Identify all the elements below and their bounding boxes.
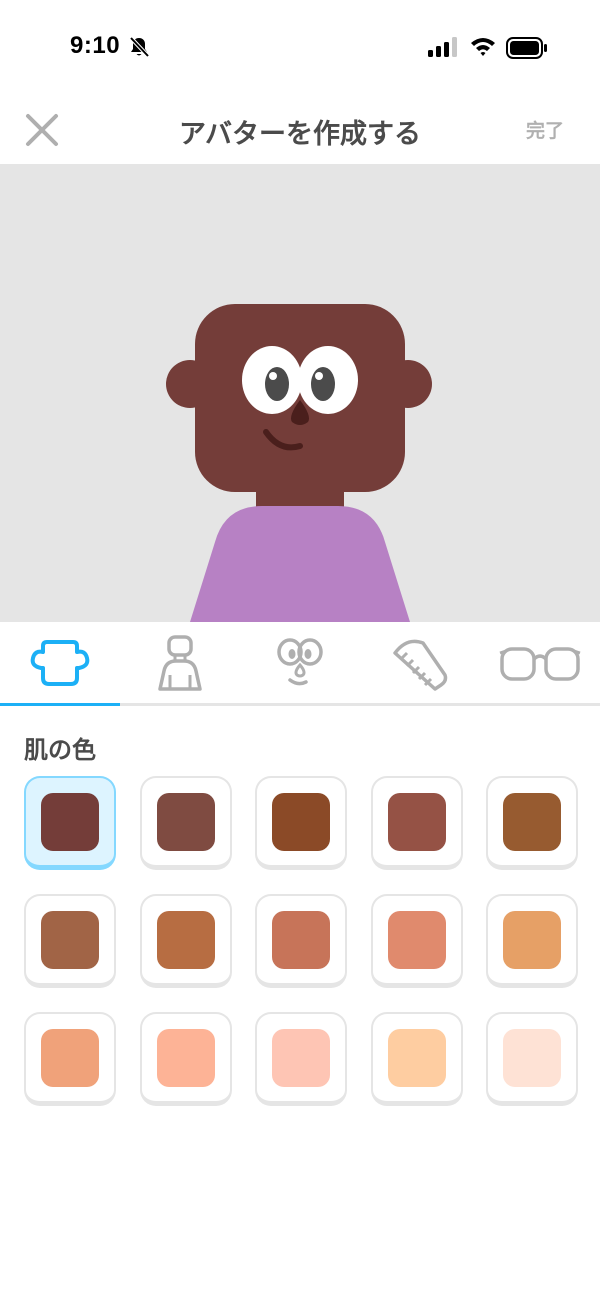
skin-color-swatch[interactable] [24, 1012, 116, 1106]
swatch-color-chip [272, 910, 330, 969]
skin-color-swatch[interactable] [139, 894, 232, 988]
swatch-color-chip [387, 792, 446, 851]
skin-color-swatch[interactable] [24, 894, 116, 988]
avatar-shirt [190, 506, 410, 622]
swatch-color-chip [41, 910, 99, 969]
header: アバターを作成する 完了 [0, 96, 600, 164]
swatch-color-chip [156, 1028, 215, 1087]
swatch-color-chip [41, 1028, 99, 1087]
tab-skin[interactable] [0, 622, 120, 703]
swatch-color-chip [503, 1028, 561, 1087]
avatar-head [195, 304, 405, 492]
skin-color-swatch[interactable] [486, 776, 578, 870]
swatch-color-chip [387, 1028, 446, 1087]
active-tab-indicator [0, 703, 120, 706]
skin-color-swatch[interactable] [370, 1012, 463, 1106]
swatch-color-chip [272, 1028, 330, 1087]
page-title: アバターを作成する [179, 119, 421, 150]
battery-icon [506, 37, 548, 63]
skin-color-swatch[interactable] [370, 776, 463, 870]
avatar-illustration [166, 304, 432, 622]
tab-hair[interactable] [360, 622, 480, 703]
skin-color-swatch[interactable] [255, 776, 347, 870]
wifi-icon [470, 36, 496, 60]
swatch-color-chip [272, 792, 330, 851]
avatar-pupil-right [311, 367, 335, 401]
skin-color-swatch[interactable] [486, 1012, 578, 1106]
skin-color-swatch[interactable] [255, 1012, 347, 1106]
swatch-color-chip [156, 792, 215, 851]
tab-glasses[interactable] [480, 622, 600, 703]
status-time: 9:10 [70, 32, 121, 59]
face-icon [277, 637, 323, 685]
swatch-color-chip [156, 910, 215, 969]
skin-color-swatch[interactable] [139, 1012, 232, 1106]
swatch-color-chip [387, 910, 446, 969]
status-bar: 9:10 [0, 0, 600, 96]
skin-color-swatch[interactable] [255, 894, 347, 988]
comb-icon [393, 639, 448, 691]
avatar-preview [0, 164, 600, 622]
skin-color-swatch[interactable] [139, 776, 232, 870]
skin-color-swatch[interactable] [486, 894, 578, 988]
swatch-color-chip [41, 792, 99, 851]
avatar-pupil-left [265, 367, 289, 401]
done-button[interactable]: 完了 [526, 116, 564, 143]
skin-color-swatch[interactable] [24, 776, 116, 870]
tab-face[interactable] [240, 622, 360, 703]
tab-body[interactable] [120, 622, 240, 703]
body-icon [158, 634, 202, 691]
cellular-signal-icon [428, 37, 460, 61]
head-shape-icon [30, 639, 90, 686]
swatch-color-chip [503, 792, 561, 851]
swatch-color-chip [503, 910, 561, 969]
category-tabs [0, 622, 600, 706]
section-title: 肌の色 [24, 736, 96, 764]
bell-muted-icon [128, 36, 150, 62]
glasses-icon [499, 646, 581, 681]
skin-color-swatch[interactable] [370, 894, 463, 988]
